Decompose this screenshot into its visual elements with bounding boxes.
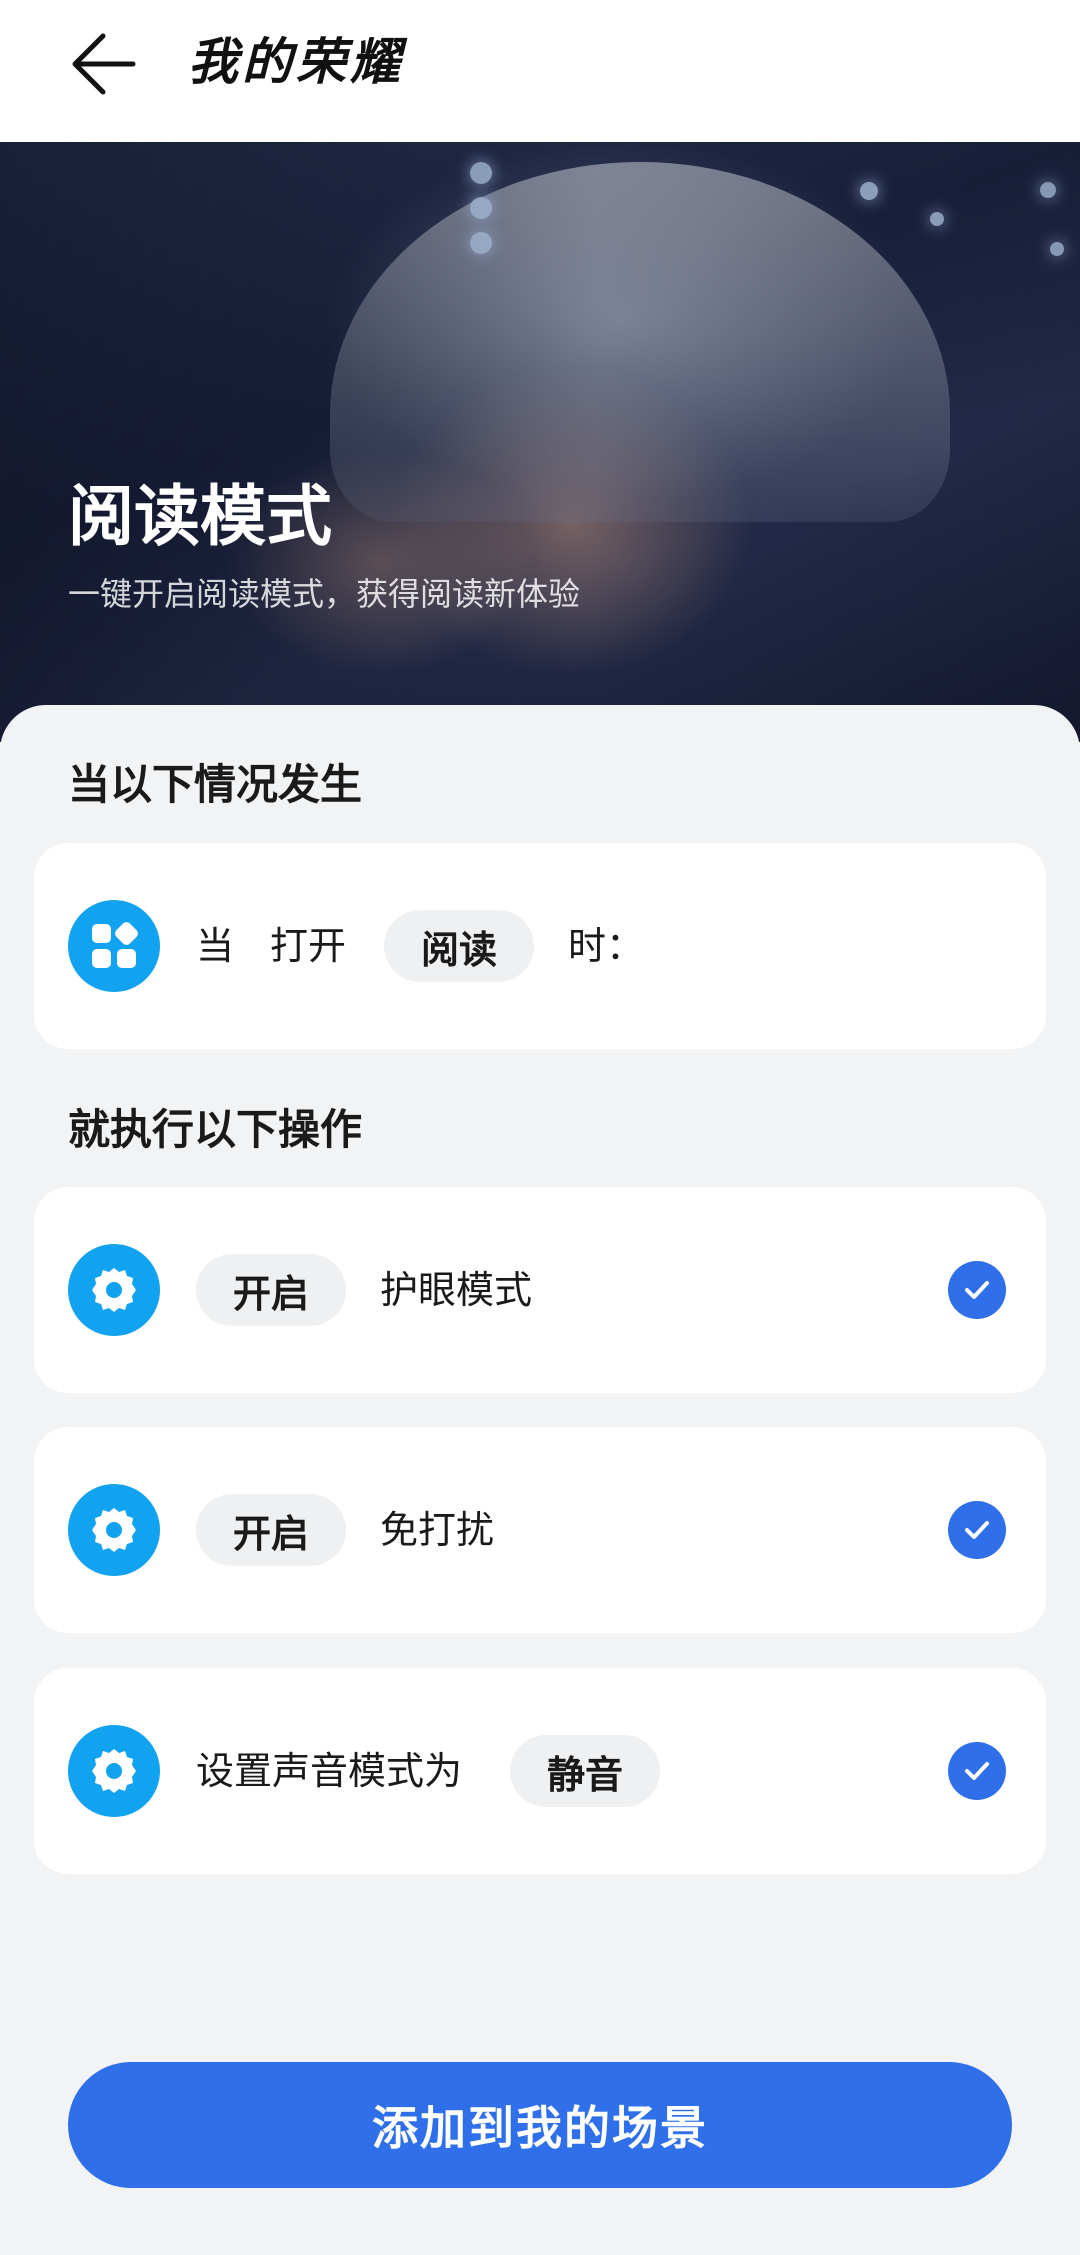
add-to-my-scenes-button[interactable]: 添加到我的场景 (68, 2062, 1012, 2188)
back-button[interactable] (64, 24, 144, 104)
app-select-chip[interactable]: 阅读 (384, 910, 534, 982)
checkmark-icon[interactable] (948, 1742, 1006, 1800)
content-sheet: 当以下情况发生 当 打开 阅读 时： 就执行以下操作 开启 护眼模式 开启 免打… (0, 705, 1080, 2255)
hero-banner: 阅读模式 一键开启阅读模式，获得阅读新体验 (0, 142, 1080, 742)
condition-prefix: 当 (196, 924, 235, 968)
checkmark-icon[interactable] (948, 1501, 1006, 1559)
actions-section-title: 就执行以下操作 (68, 1105, 363, 1154)
settings-gear-icon (68, 1244, 160, 1336)
action-state-chip[interactable]: 开启 (196, 1254, 346, 1326)
action-label: 免打扰 (380, 1508, 495, 1552)
arrow-left-icon (72, 33, 136, 95)
trigger-card[interactable]: 当 打开 阅读 时： (34, 843, 1046, 1049)
action-label: 护眼模式 (380, 1268, 533, 1312)
condition-suffix: 时： (568, 924, 645, 968)
trigger-section-title: 当以下情况发生 (68, 760, 363, 809)
hero-title: 阅读模式 (68, 478, 332, 555)
sound-mode-chip[interactable]: 静音 (510, 1735, 660, 1807)
condition-verb: 打开 (270, 924, 347, 968)
hero-overlay (0, 142, 1080, 742)
top-app-bar: 我的荣耀 (0, 0, 1080, 142)
app-grid-icon (68, 900, 160, 992)
page-title: 我的荣耀 (188, 32, 404, 91)
action-card-eye-comfort[interactable]: 开启 护眼模式 (34, 1187, 1046, 1393)
checkmark-icon[interactable] (948, 1261, 1006, 1319)
action-state-chip[interactable]: 开启 (196, 1494, 346, 1566)
settings-gear-icon (68, 1484, 160, 1576)
hero-subtitle: 一键开启阅读模式，获得阅读新体验 (68, 575, 581, 613)
action-card-do-not-disturb[interactable]: 开启 免打扰 (34, 1427, 1046, 1633)
action-card-sound-mode[interactable]: 设置声音模式为 静音 (34, 1668, 1046, 1874)
settings-gear-icon (68, 1725, 160, 1817)
action-label: 设置声音模式为 (196, 1749, 463, 1793)
